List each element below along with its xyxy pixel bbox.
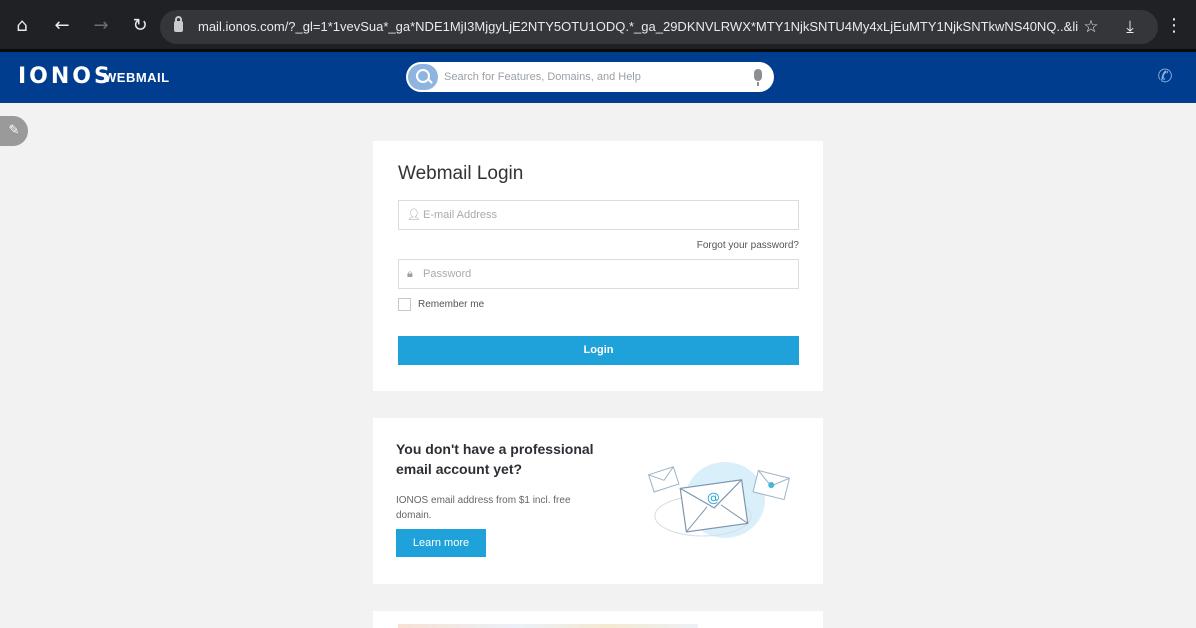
next-card: [373, 611, 823, 628]
login-button[interactable]: Login: [398, 336, 799, 365]
microphone-icon[interactable]: [754, 69, 762, 86]
svg-text:@: @: [706, 490, 721, 507]
promo-card: You don't have a professional email acco…: [373, 418, 823, 584]
user-icon: 👤︎: [407, 208, 421, 221]
browser-toolbar: ⌂ ← → ↻ mail.ionos.com/?_gl=1*1vevSua*_g…: [0, 0, 1196, 52]
search-input[interactable]: [444, 66, 744, 88]
home-icon[interactable]: ⌂: [10, 14, 34, 38]
search-icon[interactable]: [408, 64, 438, 90]
edit-pencil-icon[interactable]: ✎: [0, 116, 28, 146]
promo-title: You don't have a professional email acco…: [396, 441, 594, 477]
address-bar[interactable]: mail.ionos.com/?_gl=1*1vevSua*_ga*NDE1Mj…: [160, 10, 1158, 44]
remember-checkbox[interactable]: [398, 298, 411, 311]
promo-text: IONOS email address from $1 incl. free d…: [396, 495, 571, 521]
email-input[interactable]: [423, 205, 793, 225]
forgot-password-link[interactable]: Forgot your password?: [697, 240, 799, 251]
lock-icon: [174, 16, 183, 32]
forward-icon[interactable]: →: [89, 14, 113, 38]
login-card: Webmail Login 👤︎ Forgot your password? 🔒…: [373, 141, 823, 391]
email-field[interactable]: 👤︎: [398, 200, 799, 230]
site-header: IONOS WEBMAIL ✆: [0, 52, 1196, 103]
remember-label: Remember me: [418, 299, 485, 310]
back-icon[interactable]: ←: [50, 14, 74, 38]
password-input[interactable]: [423, 264, 793, 284]
url-text[interactable]: mail.ionos.com/?_gl=1*1vevSua*_ga*NDE1Mj…: [198, 19, 1078, 34]
envelope-illustration-icon: @: [647, 462, 791, 538]
padlock-icon: 🔒︎: [407, 267, 413, 280]
reload-icon[interactable]: ↻: [128, 14, 152, 38]
search-box[interactable]: [406, 62, 774, 92]
password-field[interactable]: 🔒︎: [398, 259, 799, 289]
ionos-logo[interactable]: IONOS: [18, 64, 113, 89]
star-icon[interactable]: ☆: [1080, 16, 1102, 38]
login-title: Webmail Login: [398, 163, 524, 184]
phone-icon[interactable]: ✆: [1154, 66, 1176, 88]
product-name: WEBMAIL: [104, 70, 170, 85]
card-preview: [398, 624, 698, 628]
learn-more-button[interactable]: Learn more: [396, 529, 486, 557]
menu-icon[interactable]: ⋮: [1162, 14, 1186, 38]
download-icon[interactable]: ⤓: [1119, 16, 1141, 38]
